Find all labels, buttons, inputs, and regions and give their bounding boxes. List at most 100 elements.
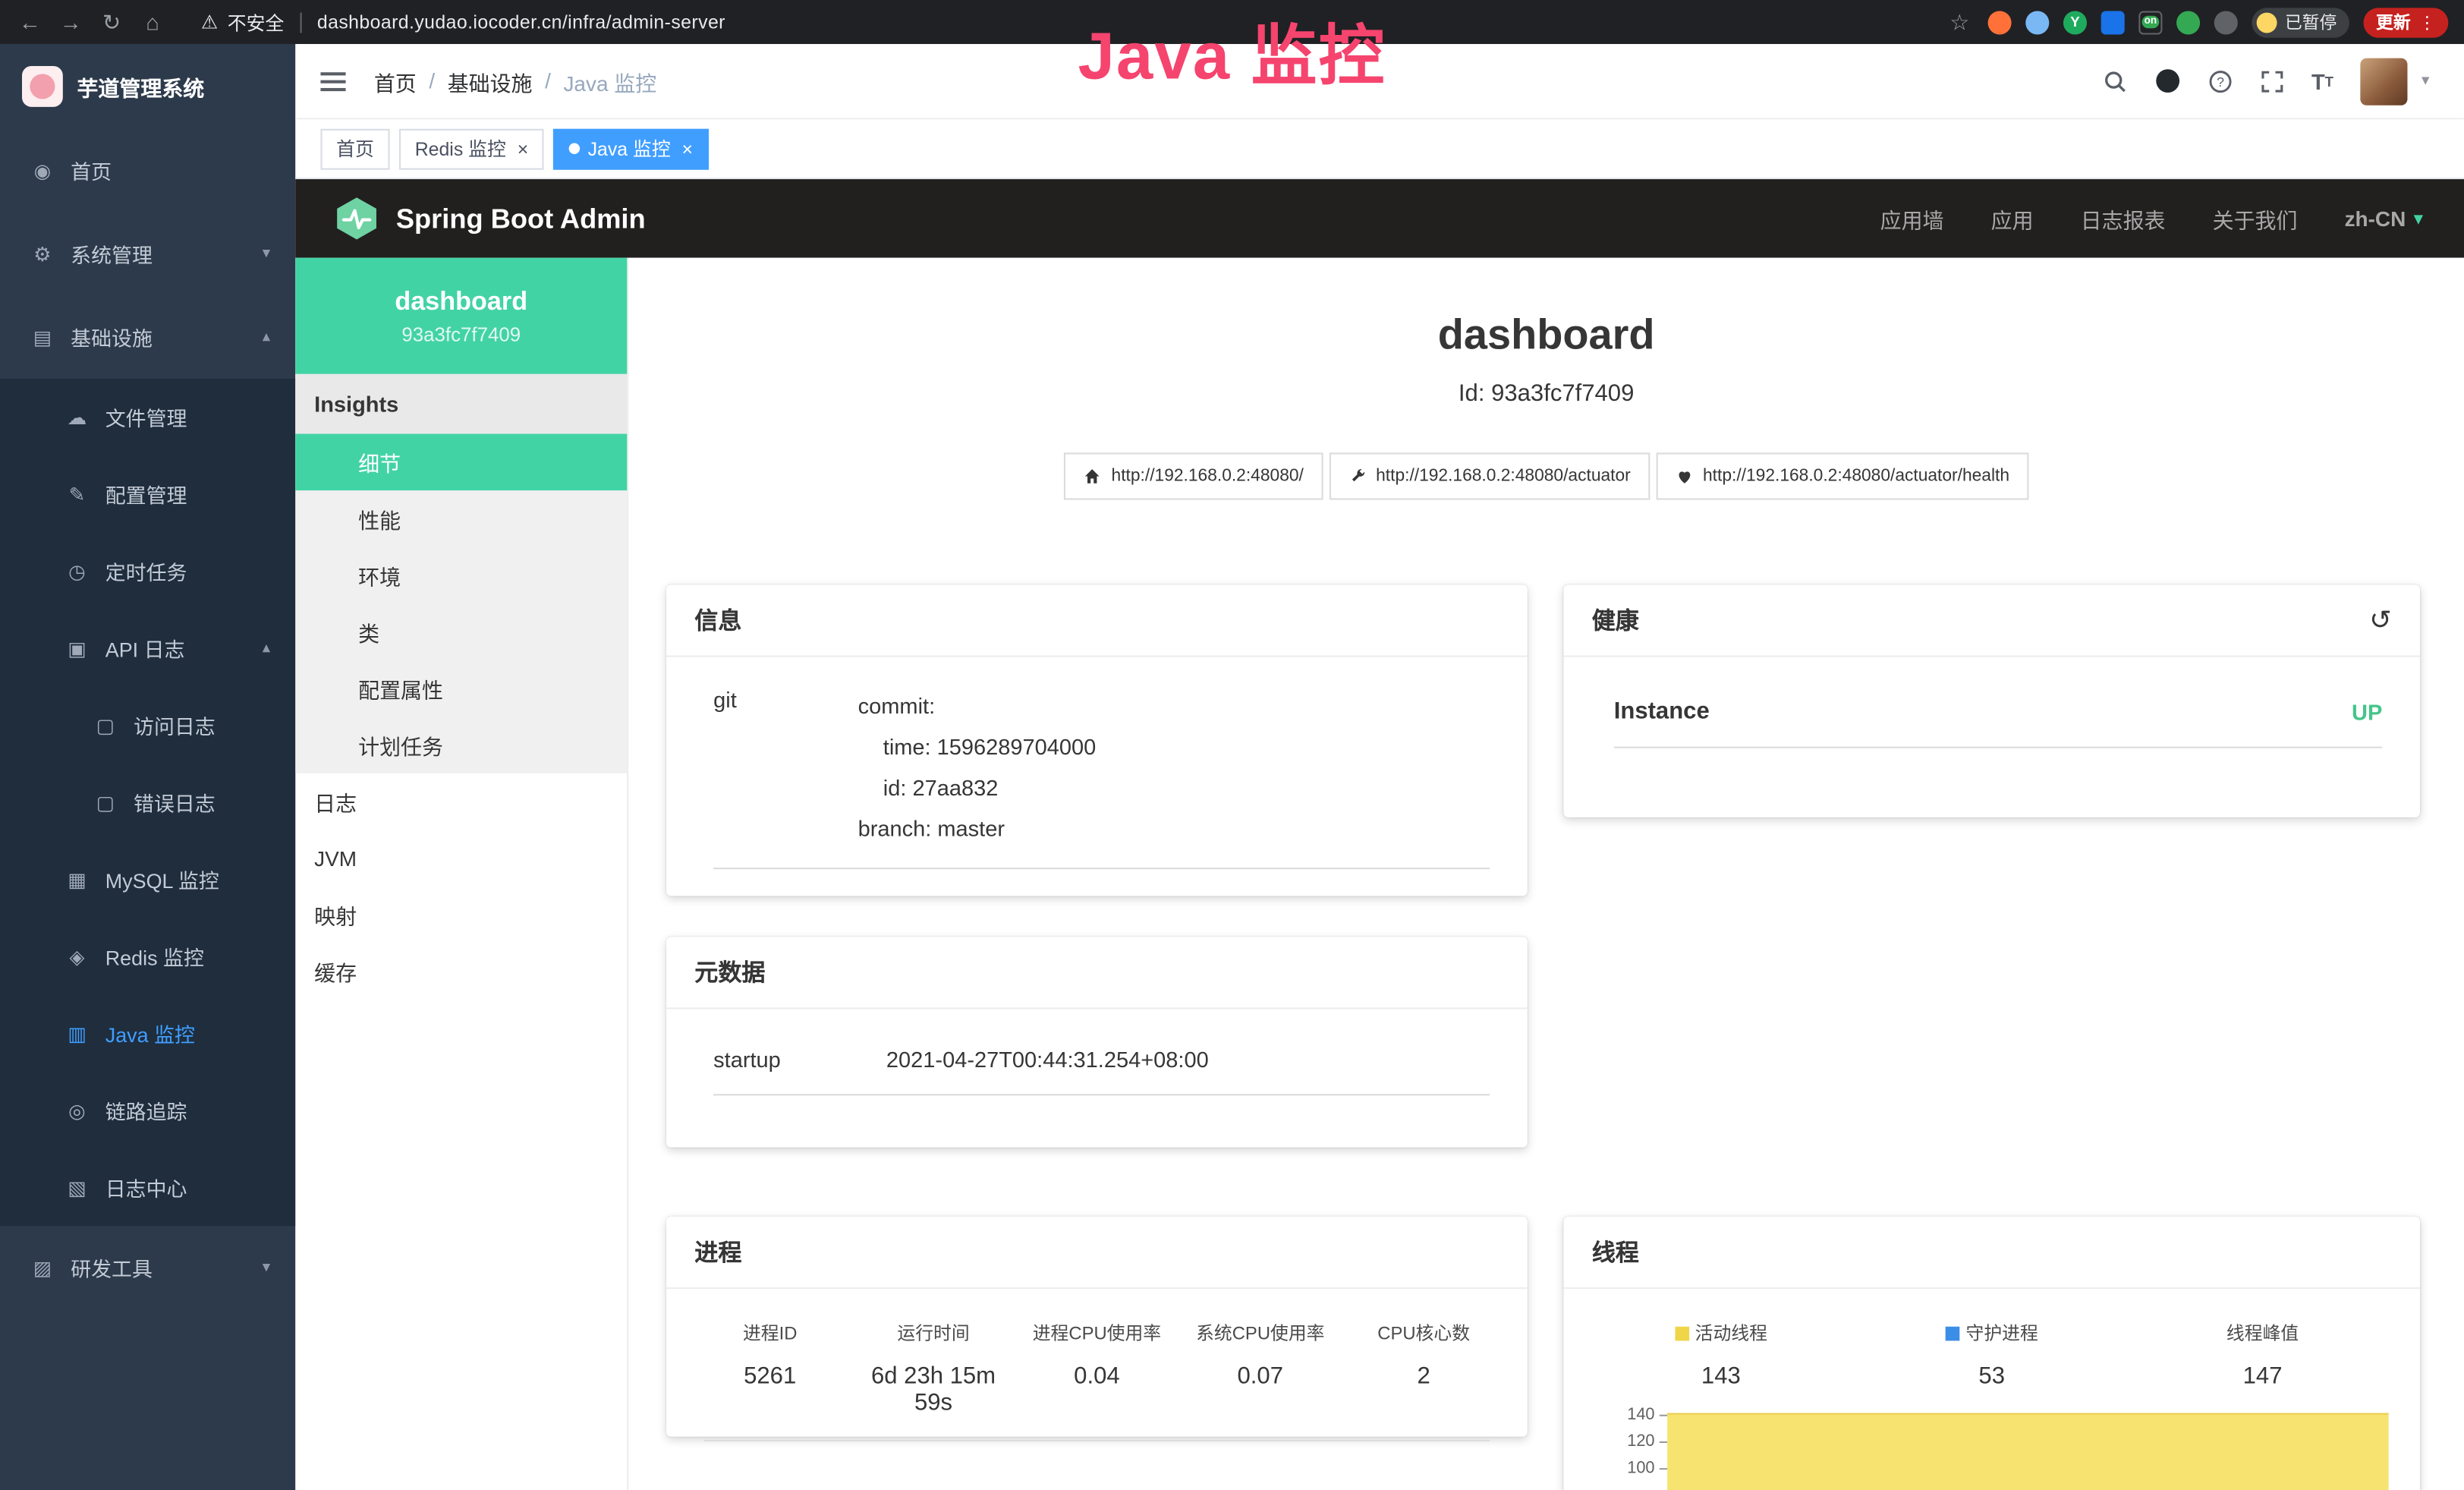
close-icon[interactable] [517,137,528,159]
not-secure-label: 不安全 [228,8,285,35]
sidebar-item-config-mgmt[interactable]: 配置管理 [0,456,295,533]
tab-java-monitor[interactable]: Java 监控 [553,128,708,169]
sidebar-item-access-log[interactable]: 访问日志 [0,687,295,764]
extension-fox-icon[interactable] [1988,10,2012,33]
stat-label: 进程CPU使用率 [1015,1320,1179,1345]
tools-icon [28,1256,56,1280]
sidebar-item-java-monitor[interactable]: Java 监控 [0,995,295,1072]
tab-label: Java 监控 [588,135,671,162]
breadcrumb-separator: / [545,69,551,93]
forward-icon[interactable]: → [57,9,85,34]
sidebar-item-redis-monitor[interactable]: Redis 监控 [0,918,295,994]
legend-swatch-yellow [1675,1326,1689,1340]
sba-menu-details[interactable]: 细节 [295,434,627,491]
annotation-java-monitor: Java 监控 [1078,3,1386,99]
sidebar-item-dev-tools[interactable]: 研发工具 [0,1226,295,1309]
sidebar-item-file-mgmt[interactable]: 文件管理 [0,379,295,455]
stat-system-cpu: 系统CPU使用率 0.07 [1179,1320,1342,1416]
tab-home[interactable]: 首页 [320,128,389,169]
sidebar-item-infrastructure[interactable]: 基础设施 [0,295,295,379]
app-logo[interactable]: 芋道管理系统 [0,44,295,129]
history-icon[interactable]: ↺ [2369,604,2392,635]
hamburger-icon[interactable] [320,80,345,83]
sba-menu-caches[interactable]: 缓存 [295,943,627,1000]
extension-y-icon[interactable]: Y [2063,10,2087,33]
sba-nav-applications[interactable]: 应用 [1991,203,2034,234]
sba-nav-about[interactable]: 关于我们 [2213,203,2298,234]
font-size-icon[interactable]: TT [2311,68,2333,93]
sba-brand[interactable]: Spring Boot Admin [295,195,645,242]
legend-live-threads: 活动线程 143 [1585,1320,1856,1389]
help-icon[interactable]: ? [2208,68,2233,93]
sba-insights-group: Insights 细节 性能 环境 类 配置属性 计划任务 [295,374,627,773]
not-secure-icon: ⚠ [201,11,218,33]
profile-paused-chip[interactable]: 已暂停 [2252,7,2349,36]
tab-redis-monitor[interactable]: Redis 监控 [399,128,544,169]
sba-menu-classes[interactable]: 类 [295,603,627,660]
sba-menu-configprops[interactable]: 配置属性 [295,660,627,717]
divider [704,1440,1490,1441]
sba-menu-logfile[interactable]: 日志 [295,773,627,830]
sidebar-item-mysql-monitor[interactable]: MySQL 监控 [0,841,295,918]
back-icon[interactable]: ← [16,9,44,34]
sba-nav-wallboard[interactable]: 应用墙 [1880,203,1944,234]
sidebar-item-api-log[interactable]: API 日志 [0,610,295,686]
chrome-menu-icon[interactable]: ⋮ [2418,12,2436,33]
breadcrumb-home[interactable]: 首页 [374,65,417,96]
access-log-icon [91,713,119,737]
info-line: branch: master [858,808,1097,849]
health-instance-label: Instance [1614,698,1710,724]
sba-menu-env[interactable]: 环境 [295,547,627,604]
sidebar-item-home[interactable]: 首页 [0,129,295,213]
infra-icon [28,326,56,349]
browser-home-icon[interactable]: ⌂ [138,9,166,34]
sba-menu-metrics[interactable]: 性能 [295,490,627,547]
sba-instance-header[interactable]: dashboard 93a3fc7f7409 [295,258,627,374]
sba-locale-select[interactable]: zh-CN ▾ [2345,206,2424,230]
extension-grid-icon[interactable] [2101,10,2125,33]
close-icon[interactable] [681,137,693,159]
sba-menu-scheduled-tasks[interactable]: 计划任务 [295,717,627,773]
extension-on-badge: on [2141,16,2160,29]
sba-section-insights: Insights [295,374,627,434]
sidebar-submenu-infrastructure: 文件管理 配置管理 定时任务 API 日志 访问日志 错误日志 [0,379,295,1226]
breadcrumb-infrastructure[interactable]: 基础设施 [448,65,533,96]
extension-puzzle-icon[interactable] [2214,10,2238,33]
app-logo-title: 芋道管理系统 [77,71,204,102]
fullscreen-icon[interactable] [2260,68,2285,93]
sidebar-item-trace[interactable]: 链路追踪 [0,1072,295,1148]
service-url-link[interactable]: http://192.168.0.2:48080/ [1064,452,1322,499]
github-icon[interactable] [2154,68,2181,94]
chrome-update-button[interactable]: 更新 ⋮ [2363,7,2448,36]
sba-brand-title: Spring Boot Admin [396,202,646,235]
search-icon[interactable] [2103,68,2128,93]
tab-bar: 首页 Redis 监控 Java 监控 [295,119,2464,179]
sidebar-item-error-log[interactable]: 错误日志 [0,764,295,840]
heartbeat-icon [1675,467,1694,486]
url-text: dashboard.yudao.iocoder.cn/infra/admin-s… [317,11,725,33]
sidebar-item-scheduled-jobs[interactable]: 定时任务 [0,533,295,610]
user-avatar[interactable] [2360,58,2407,105]
reload-icon[interactable]: ↻ [97,8,125,35]
sidebar-item-label: 配置管理 [105,480,187,509]
health-url-link[interactable]: http://192.168.0.2:48080/actuator/health [1656,452,2028,499]
sba-nav-journal[interactable]: 日志报表 [2081,203,2166,234]
navbar-actions: ? TT ▾ [2103,58,2464,105]
sba-menu-mappings[interactable]: 映射 [295,887,627,943]
sidebar-item-system-mgmt[interactable]: 系统管理 [0,213,295,296]
actuator-url-link[interactable]: http://192.168.0.2:48080/actuator [1329,452,1650,499]
extension-on-icon[interactable]: on [2138,10,2162,33]
extension-drop-icon[interactable] [2025,10,2049,33]
extension-leaf-icon[interactable] [2176,10,2200,33]
chart-plot-area [1667,1402,2392,1490]
sidebar-item-label: 系统管理 [71,239,153,269]
sidebar-item-log-center[interactable]: 日志中心 [0,1149,295,1226]
threads-card: 线程 活动线程 143 守护进程 53 [1563,1217,2420,1490]
info-value: commit: time: 1596289704000 id: 27aa832 … [858,685,1097,849]
address-bar[interactable]: ⚠ 不安全 dashboard.yudao.iocoder.cn/infra/a… [201,8,725,35]
instance-links: http://192.168.0.2:48080/ http://192.168… [628,452,2464,499]
chevron-down-icon: ▾ [2422,72,2429,90]
breadcrumb-separator: / [429,69,435,93]
sba-menu-jvm[interactable]: JVM [295,830,627,887]
bookmark-star-icon[interactable]: ☆ [1946,8,1974,35]
